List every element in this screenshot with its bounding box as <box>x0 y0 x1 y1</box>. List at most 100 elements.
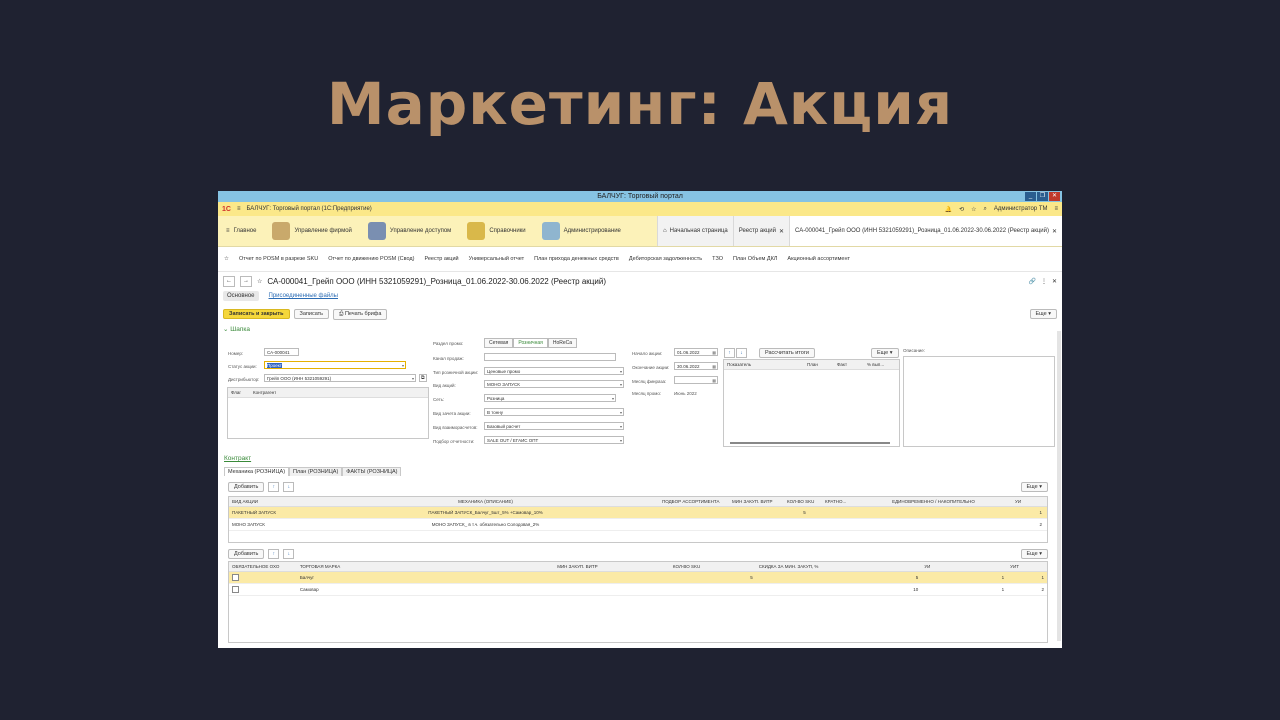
restore-icon[interactable]: ❐ <box>1037 192 1048 201</box>
more-button[interactable]: Еще ▾ <box>1029 309 1057 319</box>
retail-type-field[interactable]: Ценовые промо ▾ <box>484 367 624 375</box>
dropdown-icon[interactable]: ▾ <box>620 381 622 389</box>
promo-option-retail[interactable]: Розничная <box>513 338 548 348</box>
group-header[interactable]: ⌄ Шапка <box>218 325 1062 333</box>
link-icon[interactable]: 🔗 <box>1028 278 1035 285</box>
history-icon[interactable]: ⟲ <box>959 206 964 213</box>
number-field[interactable]: СА-000041 <box>264 348 299 356</box>
tab-registry[interactable]: Реестр акций ✕ <box>732 216 790 246</box>
tab-mechanics[interactable]: Механика (РОЗНИЦА) <box>224 467 290 476</box>
section-admin[interactable]: Администрирование <box>534 216 629 246</box>
cmd-link[interactable]: Акционный ассортимент <box>787 256 850 262</box>
move-up-icon[interactable]: ↑ <box>268 482 280 492</box>
move-up-icon[interactable]: ↑ <box>724 348 735 358</box>
dropdown-icon[interactable]: ▾ <box>412 375 414 383</box>
favorites-star-icon[interactable]: ☆ <box>224 256 229 262</box>
more-vert-icon[interactable]: ⋮ <box>1041 278 1047 285</box>
print-brief-button[interactable]: ⎙ Печать брифа <box>333 308 388 320</box>
cmd-link[interactable]: Реестр акций <box>424 256 458 262</box>
end-date-field[interactable]: 30.06.2022 ▦ <box>674 362 718 370</box>
table-row[interactable]: ПАКЕТНЫЙ ЗАПУСК ПАКЕТНЫЙ ЗАПУСК_Балчуг_5… <box>229 507 1047 519</box>
tab-facts[interactable]: ФАКТЫ (РОЗНИЦА) <box>342 467 402 476</box>
calendar-icon[interactable]: ▦ <box>712 349 716 357</box>
calendar-icon[interactable]: ▦ <box>712 363 716 371</box>
tab-plan[interactable]: План (РОЗНИЦА) <box>289 467 343 476</box>
kpi-more-button[interactable]: Еще ▾ <box>871 348 899 358</box>
tab-main[interactable]: Основное <box>223 291 259 301</box>
contract-link[interactable]: Контракт <box>224 455 251 462</box>
move-up-icon[interactable]: ↑ <box>268 549 280 559</box>
section-access[interactable]: Управление доступом <box>360 216 459 246</box>
search-icon[interactable]: ⌕ <box>983 206 986 213</box>
section-company[interactable]: Управление фирмой <box>264 216 359 246</box>
user-name[interactable]: Администратор ТМ <box>994 206 1048 212</box>
open-link-icon[interactable]: ⧉ <box>419 374 427 382</box>
calendar-icon[interactable]: ▦ <box>712 377 716 385</box>
back-arrow-icon[interactable]: ← <box>223 275 235 287</box>
horizontal-scrollbar[interactable] <box>730 442 890 444</box>
cmd-link[interactable]: План прихода денежных средств <box>534 256 619 262</box>
section-catalogs[interactable]: Справочники <box>459 216 533 246</box>
cmd-link[interactable]: Отчет по движению POSM (Свод) <box>328 256 414 262</box>
menu-icon[interactable]: ≡ <box>237 206 241 212</box>
dropdown-icon[interactable]: ▾ <box>620 437 622 445</box>
move-down-icon[interactable]: ↓ <box>283 482 295 492</box>
cmd-link[interactable]: Дебиторская задолженность <box>629 256 702 262</box>
tab-home[interactable]: ⌂ Начальная страница <box>657 216 733 246</box>
minimize-icon[interactable]: _ <box>1025 192 1036 201</box>
dropdown-icon[interactable]: ▾ <box>620 368 622 376</box>
table-row[interactable]: Самовар 10 1 2 <box>229 584 1047 596</box>
cmd-link[interactable]: ТЗО <box>712 256 723 262</box>
settings-icon[interactable]: ≡ <box>1054 206 1058 212</box>
distributor-field[interactable]: Грейп ООО (ИНН 5321059291) ▾ <box>264 374 416 382</box>
settlement-field[interactable]: Базовый расчет ▾ <box>484 422 624 430</box>
close-icon[interactable]: ✕ <box>779 228 784 235</box>
description-field[interactable] <box>903 356 1055 447</box>
close-icon[interactable]: ✕ <box>1049 192 1060 201</box>
promo-option-network[interactable]: Сетевая <box>484 338 514 348</box>
vertical-scrollbar[interactable] <box>1057 331 1061 641</box>
net-field[interactable]: Розница ▾ <box>484 394 616 402</box>
close-icon[interactable]: ✕ <box>1052 278 1057 285</box>
promomonth-label: Месяц промо: <box>632 391 662 396</box>
cmd-link[interactable]: План Объем ДКЛ <box>733 256 777 262</box>
move-down-icon[interactable]: ↓ <box>283 549 295 559</box>
dropdown-icon[interactable]: ▾ <box>402 362 404 370</box>
app-title: БАЛЧУГ: Торговый портал (1С:Предприятие) <box>246 206 372 212</box>
mandatory-checkbox[interactable] <box>232 573 239 581</box>
section-main[interactable]: ≡ Главное <box>218 216 264 246</box>
dropdown-icon[interactable]: ▾ <box>620 423 622 431</box>
favorite-star-icon[interactable]: ☆ <box>257 278 262 285</box>
add-mechanic-button[interactable]: Добавить <box>228 482 265 492</box>
table-row[interactable]: Балчуг 5 5 1 1 <box>229 572 1047 584</box>
mandatory-checkbox[interactable] <box>232 585 239 593</box>
tab-current-document[interactable]: СА-000041_Грейп ООО (ИНН 5321059291)_Роз… <box>789 216 1062 246</box>
section-label: Администрирование <box>563 228 621 234</box>
calc-totals-button[interactable]: Рассчитать итоги <box>759 348 815 358</box>
finmonth-field[interactable]: ▦ <box>674 376 718 384</box>
save-button[interactable]: Записать <box>293 309 330 319</box>
tab-attached-files[interactable]: Присоединенные файлы <box>265 291 343 301</box>
close-icon[interactable]: ✕ <box>1052 228 1057 235</box>
credit-field[interactable]: В тонну ▾ <box>484 408 624 416</box>
dropdown-icon[interactable]: ▾ <box>612 395 614 403</box>
channel-field[interactable] <box>484 353 616 361</box>
home-icon: ⌂ <box>663 228 667 234</box>
brand-more-button[interactable]: Еще ▾ <box>1020 549 1048 559</box>
add-brand-button[interactable]: Добавить <box>228 549 265 559</box>
save-close-button[interactable]: Записать и закрыть <box>223 309 290 319</box>
status-field[interactable]: Проект ▾ <box>264 361 406 369</box>
cmd-link[interactable]: Универсальный отчет <box>469 256 525 262</box>
move-down-icon[interactable]: ↓ <box>736 348 747 358</box>
cmd-link[interactable]: Отчет по POSM в разрезе SKU <box>239 256 318 262</box>
star-icon[interactable]: ☆ <box>971 206 976 213</box>
forward-arrow-icon[interactable]: → <box>240 275 252 287</box>
table-row[interactable]: МОНО ЗАПУСК МОНО ЗАПУСК_ в т.ч. обязател… <box>229 519 1047 531</box>
start-date-field[interactable]: 01.06.2022 ▦ <box>674 348 718 356</box>
action-type-field[interactable]: МОНО ЗАПУСК ▾ <box>484 380 624 388</box>
bell-icon[interactable]: 🔔 <box>945 206 952 213</box>
dropdown-icon[interactable]: ▾ <box>620 409 622 417</box>
promo-option-horeca[interactable]: HoReCa <box>547 338 578 348</box>
mechanic-more-button[interactable]: Еще ▾ <box>1020 482 1048 492</box>
report-field[interactable]: SALE OUT / ЕГАИС ОПТ ▾ <box>484 436 624 444</box>
